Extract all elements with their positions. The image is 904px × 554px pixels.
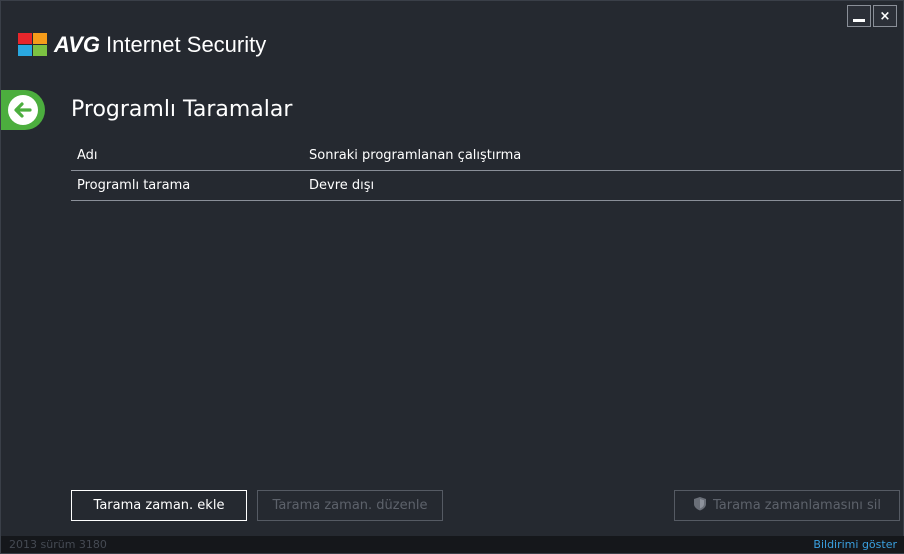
- window-controls: ×: [847, 5, 897, 27]
- table-header: Adı Sonraki programlanan çalıştırma: [71, 141, 901, 171]
- column-header-next-run[interactable]: Sonraki programlanan çalıştırma: [309, 148, 901, 163]
- shield-icon: [693, 496, 707, 515]
- show-notification-link[interactable]: Bildirimi göster: [813, 538, 897, 551]
- table-row[interactable]: Programlı tarama Devre dışı: [71, 171, 901, 201]
- delete-schedule-button[interactable]: Tarama zamanlamasını sil: [674, 490, 900, 521]
- add-schedule-button[interactable]: Tarama zaman. ekle: [71, 490, 247, 521]
- product-name: Internet Security: [106, 32, 267, 57]
- version-label: 2013 sürüm 3180: [9, 538, 107, 551]
- row-next-run: Devre dışı: [309, 178, 375, 193]
- avg-logo: [18, 33, 48, 57]
- back-button[interactable]: [1, 90, 45, 130]
- scans-table: Adı Sonraki programlanan çalıştırma Prog…: [71, 141, 901, 201]
- app-window: × AVG Internet Security Programlı Taramal…: [0, 0, 904, 554]
- minimize-button[interactable]: [847, 5, 871, 27]
- brand-name: AVG: [54, 32, 101, 57]
- app-logo: AVG Internet Security: [18, 32, 266, 58]
- close-icon: ×: [879, 8, 891, 24]
- close-button[interactable]: ×: [873, 5, 897, 27]
- edit-schedule-button[interactable]: Tarama zaman. düzenle: [257, 490, 443, 521]
- page-title: Programlı Taramalar: [71, 97, 293, 122]
- delete-schedule-label: Tarama zamanlamasını sil: [712, 498, 882, 513]
- column-header-name[interactable]: Adı: [71, 148, 309, 163]
- row-name: Programlı tarama: [77, 178, 191, 193]
- status-bar: 2013 sürüm 3180 Bildirimi göster: [1, 536, 904, 553]
- back-arrow-icon: [8, 95, 38, 125]
- minimize-icon: [853, 18, 865, 22]
